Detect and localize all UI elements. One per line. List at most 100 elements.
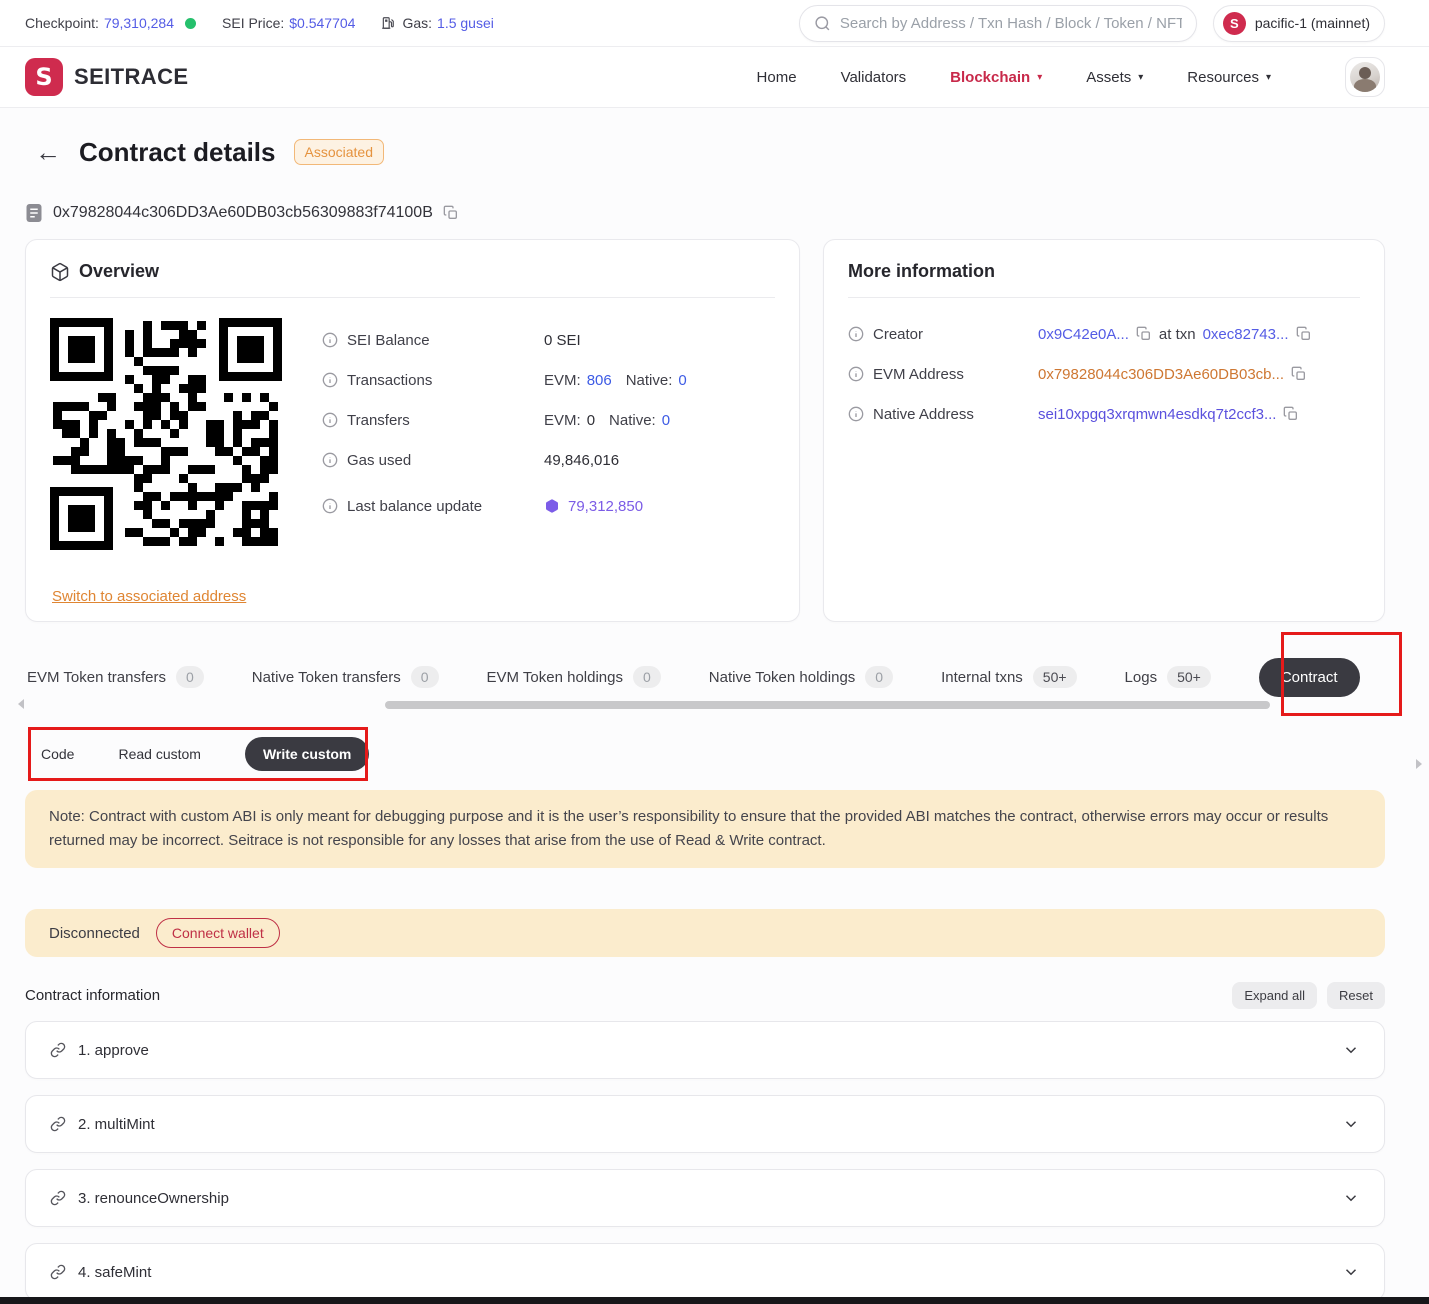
chevron-down-icon[interactable]	[1342, 1189, 1360, 1207]
native-address-label: Native Address	[873, 406, 974, 423]
sei-price-label: SEI Price:	[222, 15, 284, 31]
transactions-evm-count[interactable]: 806	[587, 372, 612, 389]
nav-home-label: Home	[757, 69, 797, 86]
expand-all-button[interactable]: Expand all	[1232, 982, 1317, 1009]
chevron-down-icon[interactable]	[1342, 1041, 1360, 1059]
nav-resources[interactable]: Resources ▾	[1187, 69, 1271, 86]
tab-label: Native Token transfers	[252, 669, 401, 686]
tab-evm-token-holdings[interactable]: EVM Token holdings 0	[487, 666, 661, 688]
tab-count-badge: 0	[411, 666, 439, 688]
tabs-scrollbar[interactable]	[385, 701, 1270, 709]
chevron-down-icon[interactable]	[1342, 1263, 1360, 1281]
function-row-multimint[interactable]: 2. multiMint	[25, 1095, 1385, 1153]
tab-count-badge: 0	[865, 666, 893, 688]
tab-count-badge: 50+	[1033, 666, 1077, 688]
tab-internal-txns[interactable]: Internal txns 50+	[941, 666, 1076, 688]
status-dot-icon	[185, 18, 196, 29]
transactions-row: Transactions EVM: 806 Native: 0	[322, 360, 775, 400]
connect-wallet-button[interactable]: Connect wallet	[156, 918, 280, 948]
copy-evm-address-icon[interactable]	[1291, 366, 1307, 382]
brand-name: SEITRACE	[74, 64, 188, 90]
tab-native-token-transfers[interactable]: Native Token transfers 0	[252, 666, 439, 688]
reset-button[interactable]: Reset	[1327, 982, 1385, 1009]
tab-logs[interactable]: Logs 50+	[1125, 666, 1211, 688]
function-name: 4. safeMint	[78, 1264, 1342, 1281]
tab-count-badge: 50+	[1167, 666, 1211, 688]
sei-price-value[interactable]: $0.547704	[289, 15, 355, 31]
seitrace-mini-logo-icon: S	[1223, 12, 1246, 35]
topbar-right: S pacific-1 (mainnet)	[799, 5, 1385, 42]
transactions-native-count[interactable]: 0	[678, 372, 686, 389]
native-label: Native:	[626, 372, 673, 389]
evm-address-row: EVM Address 0x79828044c306DD3Ae60DB03cb.…	[848, 354, 1360, 394]
info-icon	[322, 498, 338, 514]
overview-title: Overview	[79, 261, 159, 282]
contract-address: 0x79828044c306DD3Ae60DB03cb56309883f7410…	[53, 204, 433, 222]
copy-native-address-icon[interactable]	[1283, 406, 1299, 422]
top-stats-bar: Checkpoint: 79,310,284 SEI Price: $0.547…	[0, 0, 1429, 47]
gas-value[interactable]: 1.5 gusei	[437, 15, 494, 31]
qr-code	[50, 318, 282, 550]
main-nav: Home Validators Blockchain ▾ Assets ▾ Re…	[757, 57, 1385, 97]
contract-information-actions: Expand all Reset	[1232, 982, 1385, 1009]
transfers-evm-count: 0	[587, 412, 595, 429]
subtab-write-custom[interactable]: Write custom	[245, 737, 369, 771]
chevron-down-icon[interactable]	[1342, 1115, 1360, 1133]
native-label: Native:	[609, 412, 656, 429]
info-icon	[848, 326, 864, 342]
tab-contract[interactable]: Contract	[1259, 658, 1360, 697]
nav-blockchain[interactable]: Blockchain ▾	[950, 69, 1042, 86]
search-input[interactable]	[840, 15, 1182, 32]
brand[interactable]: S SEITRACE	[25, 58, 188, 96]
tab-label: EVM Token transfers	[27, 669, 166, 686]
link-icon	[50, 1042, 66, 1058]
creator-txn-link[interactable]: 0xec82743...	[1203, 326, 1289, 343]
creator-address-link[interactable]: 0x9C42e0A...	[1038, 326, 1129, 343]
native-address-link[interactable]: sei10xpgq3xrqmwn4esdkq7t2ccf3...	[1038, 406, 1276, 423]
checkpoint-value[interactable]: 79,310,284	[104, 15, 174, 31]
more-information-title: More information	[848, 261, 995, 282]
transfers-row: Transfers EVM: 0 Native: 0	[322, 400, 775, 440]
more-information-header: More information	[848, 261, 1360, 298]
transfers-native-count[interactable]: 0	[662, 412, 670, 429]
evm-label: EVM:	[544, 412, 581, 429]
abi-note-banner: Note: Contract with custom ABI is only m…	[25, 790, 1385, 868]
tab-native-token-holdings[interactable]: Native Token holdings 0	[709, 666, 893, 688]
overview-body: SEI Balance 0 SEI Transactions EVM:	[50, 318, 775, 550]
network-selector[interactable]: S pacific-1 (mainnet)	[1213, 5, 1385, 42]
scroll-left-icon[interactable]	[18, 699, 24, 709]
evm-address-link[interactable]: 0x79828044c306DD3Ae60DB03cb...	[1038, 366, 1284, 383]
copy-address-icon[interactable]	[443, 205, 459, 221]
cards-row: Overview SEI Balance 0 SEI	[25, 239, 1385, 622]
scroll-right-icon[interactable]	[1416, 759, 1422, 769]
gas-stat: Gas: 1.5 gusei	[381, 15, 493, 31]
function-row-approve[interactable]: 1. approve	[25, 1021, 1385, 1079]
subtab-read-custom[interactable]: Read custom	[118, 746, 200, 762]
network-stats: Checkpoint: 79,310,284 SEI Price: $0.547…	[25, 15, 494, 31]
function-name: 3. renounceOwnership	[78, 1190, 1342, 1207]
function-row-renounceownership[interactable]: 3. renounceOwnership	[25, 1169, 1385, 1227]
sei-price-stat: SEI Price: $0.547704	[222, 15, 355, 31]
nav-assets[interactable]: Assets ▾	[1086, 69, 1143, 86]
copy-creator-txn-icon[interactable]	[1296, 326, 1312, 342]
info-icon	[322, 452, 338, 468]
nav-home[interactable]: Home	[757, 69, 797, 86]
transactions-label: Transactions	[347, 372, 432, 389]
nav-validators[interactable]: Validators	[841, 69, 907, 86]
sei-balance-label: SEI Balance	[347, 332, 430, 349]
overview-card: Overview SEI Balance 0 SEI	[25, 239, 800, 622]
more-information-rows: Creator 0x9C42e0A... at txn 0xec82743...	[848, 314, 1360, 434]
tab-evm-token-transfers[interactable]: EVM Token transfers 0	[27, 666, 204, 688]
last-balance-update-block[interactable]: 79,312,850	[568, 498, 643, 515]
function-row-safemint[interactable]: 4. safeMint	[25, 1243, 1385, 1301]
cube-icon	[50, 262, 70, 282]
switch-associated-address-link[interactable]: Switch to associated address	[52, 588, 246, 605]
copy-creator-icon[interactable]	[1136, 326, 1152, 342]
profile-button[interactable]	[1345, 57, 1385, 97]
tab-count-badge: 0	[176, 666, 204, 688]
creator-label: Creator	[873, 326, 923, 343]
avatar	[1350, 62, 1380, 92]
back-arrow-icon[interactable]: ←	[35, 139, 61, 165]
subtab-code[interactable]: Code	[41, 746, 74, 762]
sei-balance-row: SEI Balance 0 SEI	[322, 320, 775, 360]
